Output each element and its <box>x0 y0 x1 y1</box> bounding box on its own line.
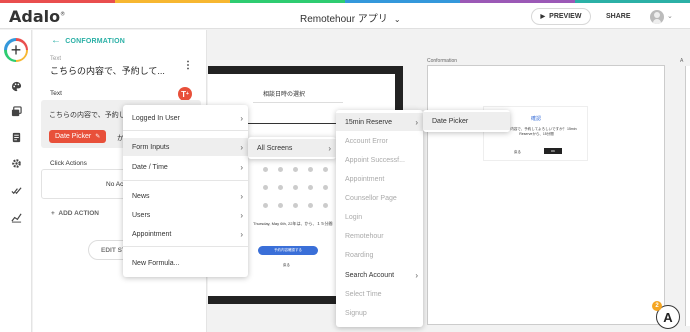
notification-badge: 2 <box>652 301 662 311</box>
menu-item-15min-reserve[interactable]: 15min Reserve › <box>336 113 423 131</box>
app-name-dropdown[interactable]: Remotehour アプリ ⌄ <box>300 10 401 25</box>
top-bar: Adalo® Remotehour アプリ ⌄ ▶ PREVIEW SHARE ⌄ <box>0 3 690 29</box>
canvas: 相談日時の選択 Thursday, May 6th, 22年は、から、１５分間 … <box>208 30 690 332</box>
menu-item-date-picker[interactable]: Date Picker <box>423 112 510 130</box>
menu-item-new-formula[interactable]: New Formula... <box>123 254 248 272</box>
chevron-right-icon: › <box>415 117 418 127</box>
chevron-right-icon: › <box>328 143 331 153</box>
screen-label-conformation[interactable]: Conformation <box>427 58 457 64</box>
menu-item-login: Login <box>345 213 363 221</box>
selected-date-text: Thursday, May 6th, 22年は、から、１５分間 <box>253 221 333 226</box>
inputs-submenu: Date Picker <box>423 110 510 132</box>
app-name-label: Remotehour アプリ <box>300 14 388 25</box>
screen-label-next[interactable]: A <box>680 58 683 64</box>
chevron-right-icon: › <box>240 113 243 123</box>
menu-item-news[interactable]: News › <box>123 187 248 205</box>
menu-item-appointment-screen: Appointment <box>345 175 385 183</box>
back-link[interactable]: 戻る <box>283 263 290 268</box>
text-value: こちらの内容で、予約し <box>49 112 126 119</box>
add-action-button[interactable]: + ADD ACTION <box>51 210 99 217</box>
menu-item-search-account[interactable]: Search Account › <box>336 266 423 284</box>
share-button[interactable]: SHARE <box>606 13 631 20</box>
play-icon: ▶ <box>540 14 546 20</box>
analytics-icon[interactable] <box>11 212 22 223</box>
chevron-right-icon: › <box>240 210 243 220</box>
menu-item-form-inputs[interactable]: Form Inputs › <box>123 138 248 156</box>
menu-item-appointment[interactable]: Appointment › <box>123 225 248 243</box>
chevron-down-icon: ⌄ <box>393 15 401 24</box>
chevron-right-icon: › <box>415 270 418 280</box>
component-type-label: Text <box>50 56 62 62</box>
confirm-reservation-button[interactable]: 予約内容確認する <box>258 246 318 255</box>
menu-item-remotehour: Remotehour <box>345 232 384 240</box>
menu-item-account-error: Account Error <box>345 137 388 145</box>
database-icon[interactable] <box>11 132 22 143</box>
checkmarks-icon[interactable] <box>11 185 22 196</box>
screen1-title: 相談日時の選択 <box>263 92 306 98</box>
menu-item-date-time[interactable]: Date / Time › <box>123 158 248 176</box>
adalo-logo[interactable]: Adalo® <box>9 7 65 26</box>
chevron-right-icon: › <box>240 162 243 172</box>
menu-item-appoint-success: Appoint Successf... <box>345 156 405 164</box>
menu-item-users[interactable]: Users › <box>123 206 248 224</box>
add-component-button[interactable]: + <box>4 38 28 62</box>
preview-button[interactable]: ▶ PREVIEW <box>531 8 591 25</box>
text-property-label: Text <box>50 90 62 97</box>
avatar[interactable] <box>650 10 664 24</box>
screen-conformation[interactable]: 確認 こちらの内容で、予約してよろしいですか？ 15min Reserveから、… <box>427 65 665 325</box>
magic-text-menu: Logged In User › Form Inputs › Date / Time… <box>123 105 248 277</box>
modal-ok-button[interactable]: OK <box>544 148 562 154</box>
form-inputs-submenu: All Screens › <box>248 137 336 159</box>
chevron-right-icon: › <box>240 229 243 239</box>
screens-icon[interactable] <box>11 106 22 117</box>
screen-next[interactable] <box>685 66 690 326</box>
add-icon: + <box>6 40 26 60</box>
more-options-icon[interactable]: ⋮ <box>183 60 193 71</box>
magic-text-button[interactable]: T + <box>178 87 192 101</box>
settings-icon[interactable] <box>11 158 22 169</box>
chevron-right-icon: › <box>240 191 243 201</box>
menu-item-all-screens[interactable]: All Screens › <box>248 139 336 157</box>
modal-title: 確認 <box>531 116 542 122</box>
arrow-left-icon: ← <box>51 35 62 46</box>
connector-line <box>248 123 336 124</box>
avatar-chevron-icon[interactable]: ⌄ <box>667 12 673 20</box>
divider <box>253 102 343 103</box>
icon-rail: + <box>0 30 32 332</box>
magic-text-chip[interactable]: Date Picker ✎ <box>49 130 107 143</box>
menu-item-roarding: Roarding <box>345 251 374 259</box>
pencil-icon: ✎ <box>95 134 101 140</box>
menu-item-select-time: Select Time <box>345 290 382 298</box>
menu-item-logged-in-user[interactable]: Logged In User › <box>123 109 248 127</box>
palette-icon[interactable] <box>11 81 22 92</box>
chevron-right-icon: › <box>240 142 243 152</box>
back-to-screen-button[interactable]: ← CONFORMATION <box>51 35 125 46</box>
component-title[interactable]: こちらの内容で、予約して... <box>50 64 165 77</box>
menu-item-counsellor-page: Counsellor Page <box>345 194 397 202</box>
menu-item-signup: Signup <box>345 309 367 317</box>
click-actions-label: Click Actions <box>50 160 87 167</box>
modal-cancel[interactable]: 戻る <box>514 150 521 155</box>
screens-submenu: 15min Reserve › Account Error Appoint Suc… <box>336 110 423 327</box>
